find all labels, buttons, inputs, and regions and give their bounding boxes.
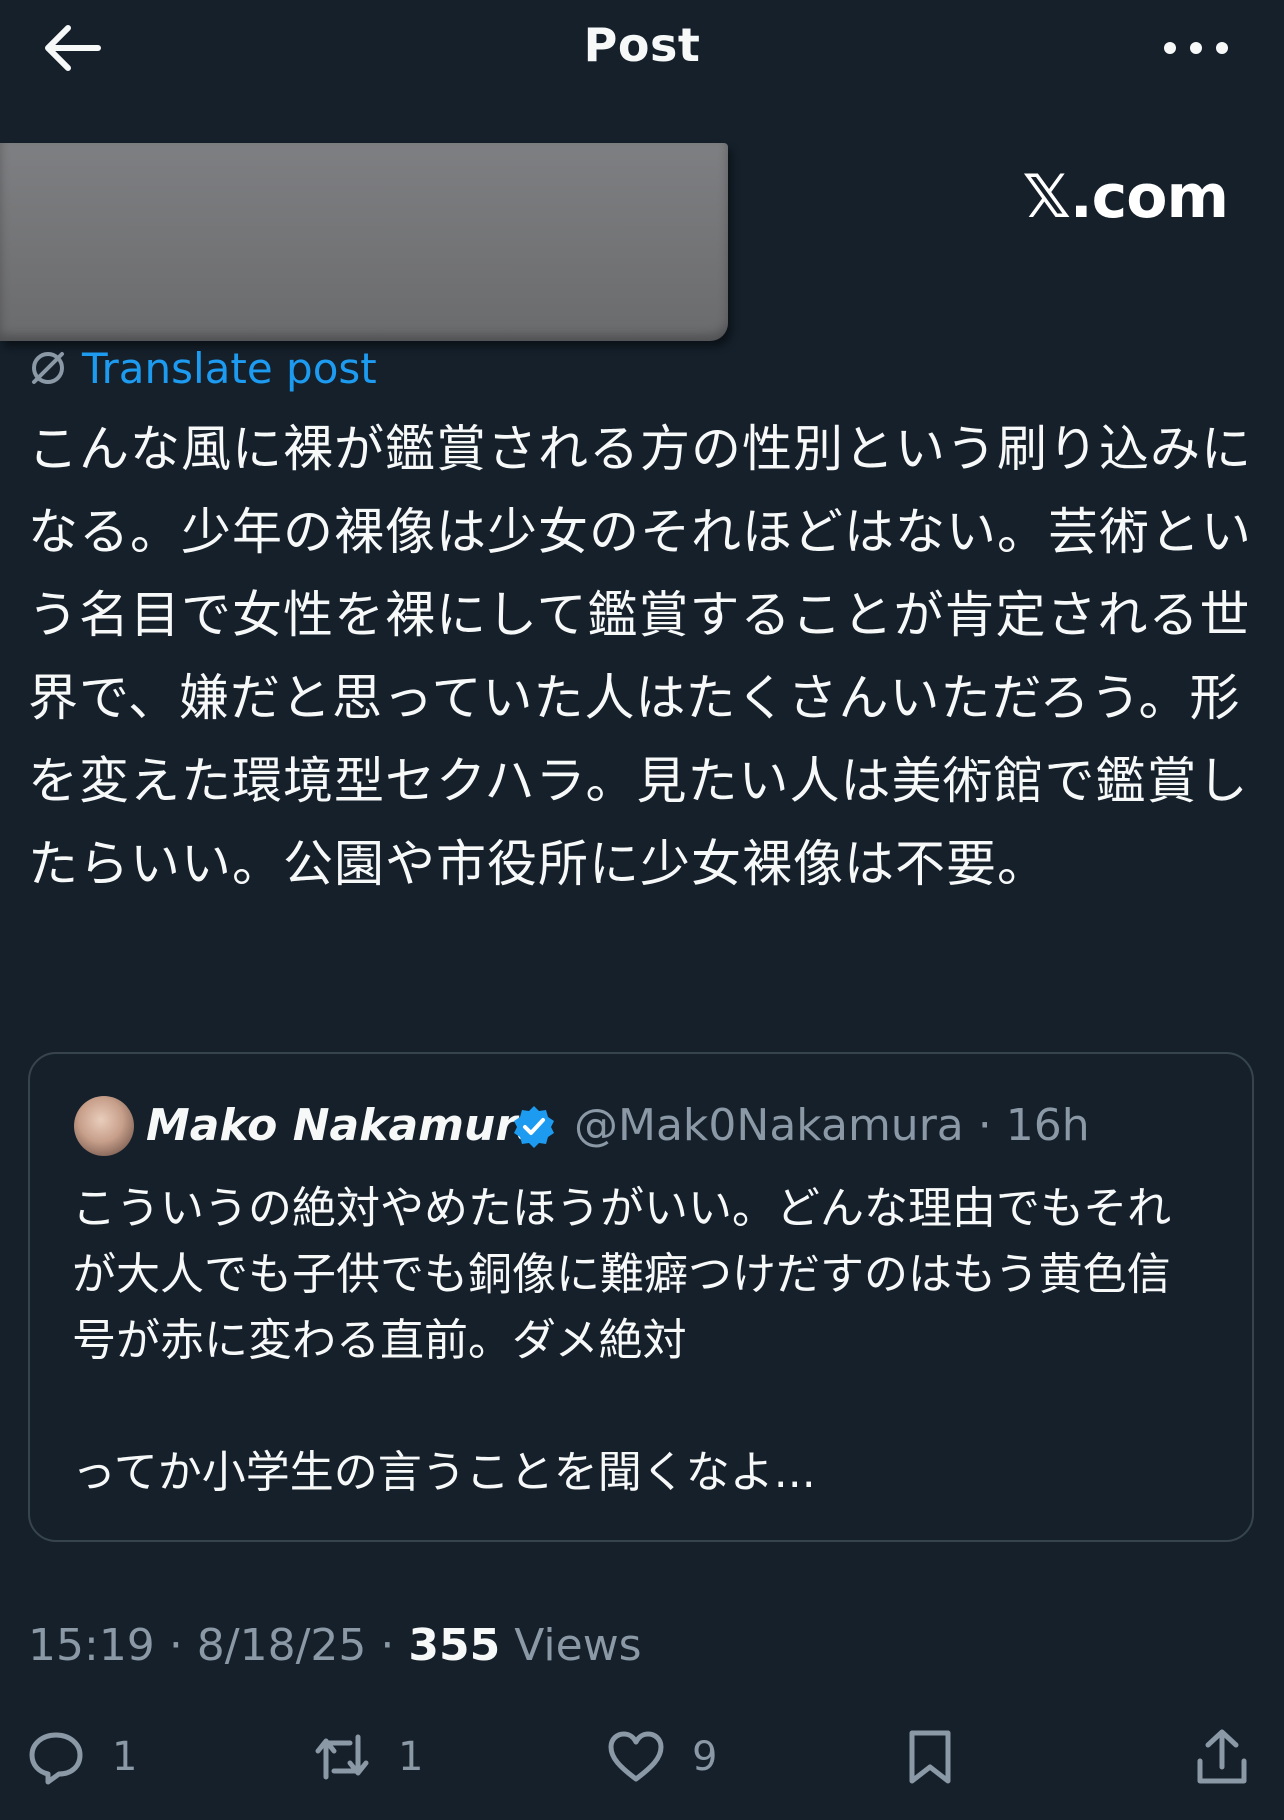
repost-count: 1 [398,1734,424,1780]
heart-icon [608,1731,664,1782]
translate-post-link[interactable]: Translate post [28,340,377,396]
separator-dot: · [380,1620,409,1671]
separator-dot: · [963,1100,1006,1151]
verified-badge-icon [514,1106,554,1148]
like-count: 9 [692,1734,718,1780]
reply-icon [29,1732,83,1785]
more-options-button[interactable] [1156,26,1236,70]
handle-text: @Mak0Nakamura [574,1100,964,1151]
like-button[interactable]: 9 [606,1722,717,1792]
redaction-block [0,143,728,341]
quoted-post-text: こういうの絶対やめたほうがいい。どんな理由でもそれが大人でも子供でも銅像に難癖つ… [72,1183,1172,1498]
quoted-author-handle: @Mak0Nakamura · 16h [574,1096,1090,1156]
reply-button[interactable]: 1 [26,1722,137,1792]
translate-icon [32,352,64,384]
post-meta: 15:19 · 8/18/25 · 355 Views [28,1620,642,1671]
repost-button[interactable]: 1 [312,1722,423,1792]
quoted-post-card[interactable]: Mako Nakamura @Mak0Nakamura · 16h こういうの絶… [28,1052,1254,1542]
avatar [74,1096,134,1156]
post-time: 15:19 [28,1620,155,1671]
share-button[interactable] [1192,1722,1252,1792]
views-label: Views [514,1620,642,1671]
repost-icon [315,1734,369,1780]
quoted-author-name: Mako Nakamura [146,1100,547,1151]
page-title: Post [583,18,701,72]
views-count: 355 [408,1620,501,1671]
quoted-post-time: 16h [1005,1100,1090,1151]
more-icon [1164,42,1228,54]
share-icon [1197,1729,1247,1784]
translate-label: Translate post [82,343,377,393]
bookmark-icon [909,1730,951,1784]
post-text: こんな風に裸が鑑賞される方の性別という刷り込みになる。少年の裸像は少女のそれほど… [28,420,1252,893]
post-date: 8/18/25 [196,1620,367,1671]
watermark: 𝕏.com [1022,162,1229,232]
bookmark-button[interactable] [900,1722,960,1792]
reply-count: 1 [112,1734,138,1780]
separator-dot: · [168,1620,197,1671]
